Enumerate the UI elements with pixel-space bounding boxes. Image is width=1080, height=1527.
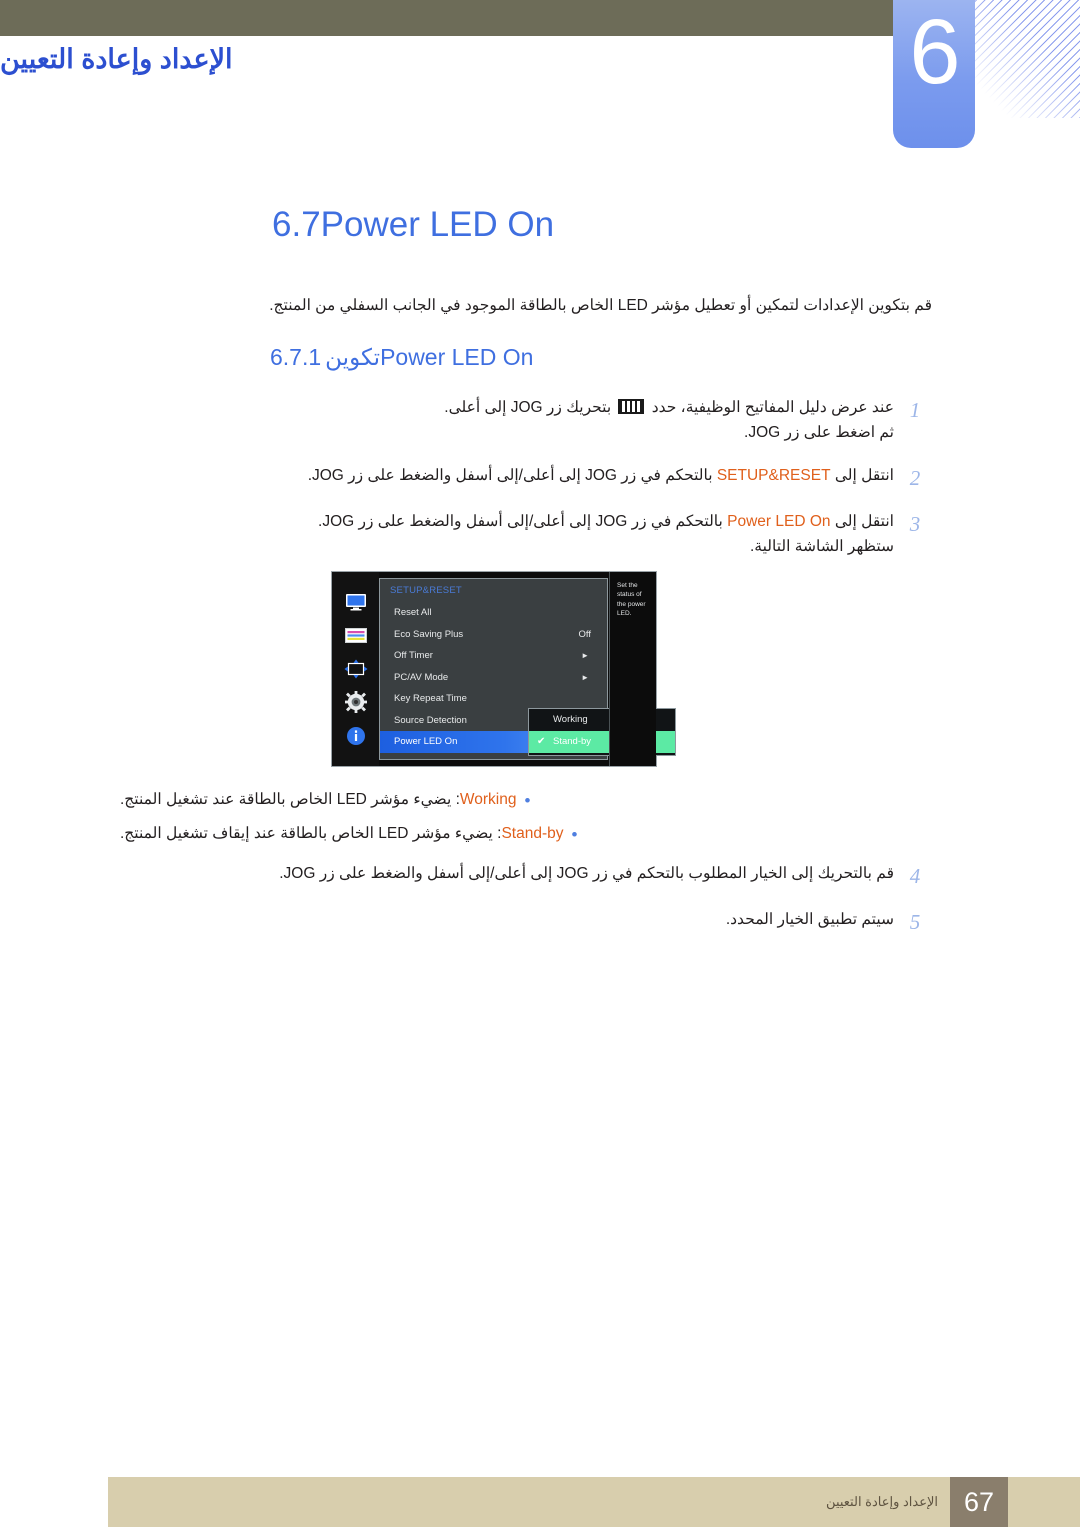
osd-icon-sidebar [332,572,379,766]
step3-text-pre: انتقل إلى [830,512,894,530]
section-heading: 6.7Power LED On [250,205,1000,245]
subsection-title-arabic: تكوين [325,344,381,370]
bullet-text: Stand-by: يضيء مؤشر LED الخاص بالطاقة عن… [120,822,564,845]
osd-screenshot: SETUP&RESET Reset All Eco Saving Plus Of… [332,572,676,766]
list-item: • Working: يضيء مؤشر LED الخاص بالطاقة ع… [120,788,932,814]
steps-list-bottom: 4 قم بالتحريك إلى الخيار المطلوب بالتحكم… [120,862,932,955]
header-olive-bar [0,0,893,36]
info-icon[interactable] [344,725,368,747]
osd-help-text: Set the status of the power LED. [617,582,646,618]
step-item: 3 انتقل إلى Power LED On بالتحكم في زر J… [120,510,932,560]
step-text: عند عرض دليل المفاتيح الوظيفية، حدد بتحر… [120,396,898,446]
osd-row-reset-all[interactable]: Reset All [390,602,597,624]
step-text: انتقل إلى SETUP&RESET بالتحكم في زر JOG … [120,464,898,489]
step1-text-pre: عند عرض دليل المفاتيح الوظيفية، حدد [647,399,894,416]
step1-text-post: بتحريك زر JOG إلى أعلى. [444,399,616,416]
step-number: 3 [909,511,921,536]
chapter-title: الإعداد وإعادة التعيين [0,44,880,75]
chevron-right-icon: ► [581,672,589,682]
osd-option-label: Working [553,714,588,725]
osd-row-key-repeat-time[interactable]: Key Repeat Time [390,688,597,710]
monitor-icon[interactable] [344,591,368,613]
section-number: 6.7 [272,205,321,244]
osd-row-off-timer[interactable]: Off Timer ► [390,645,597,667]
jog-guide-icon [618,399,645,414]
step-text: انتقل إلى Power LED On بالتحكم في زر JOG… [120,510,898,560]
bullet-description: : يضيء مؤشر LED الخاص بالطاقة عند إيقاف … [120,824,502,842]
step3-text-line2: ستظهر الشاشة التالية. [749,537,894,555]
osd-help-panel: Set the status of the power LED. [609,572,656,766]
header-diagonal-stripes [975,0,1080,118]
step-number: 5 [909,910,921,935]
step-item: 2 انتقل إلى SETUP&RESET بالتحكم في زر JO… [120,464,932,492]
step-number: 2 [909,465,921,490]
osd-row-label: Key Repeat Time [394,693,467,704]
step3-text-post: بالتحكم في زر JOG إلى أعلى/إلى أسفل والض… [318,512,728,530]
color-bars-icon[interactable] [344,625,368,647]
page-number: 67 [963,1486,995,1517]
subsection-number: 6.7.1 [270,344,322,370]
subsection-heading: 6.7.1 تكوينPower LED On [250,344,932,371]
step2-keyword: SETUP&RESET [716,466,831,484]
bullet-keyword: Working [459,791,517,808]
step-item: 1 عند عرض دليل المفاتيح الوظيفية، حدد بت… [120,396,932,446]
step-number: 4 [909,864,921,888]
osd-option-label: Stand-by [553,736,592,747]
chapter-number: 6 [909,1,960,103]
chevron-right-icon: ► [581,651,589,660]
osd-row-label: PC/AV Mode [394,671,449,683]
osd-menu-title: SETUP&RESET [390,585,462,596]
osd-row-pc-av-mode[interactable]: PC/AV Mode ► [390,667,597,689]
section-intro-paragraph: قم بتكوين الإعدادات لتمكين أو تعطيل مؤشر… [269,297,932,314]
bullet-icon: • [571,824,578,844]
osd-row-label: Eco Saving Plus [394,628,464,640]
osd-row-label: Reset All [394,607,432,618]
subsection-title-english: Power LED On [380,344,534,370]
osd-row-label: Off Timer [394,650,433,661]
step2-text-post: بالتحكم في زر JOG إلى أعلى/إلى أسفل والض… [307,466,717,484]
osd-row-label: Source Detection [394,714,467,726]
step-text: قم بالتحريك إلى الخيار المطلوب بالتحكم ف… [279,865,894,882]
size-position-icon[interactable] [344,658,368,680]
chapter-title-text: الإعداد وإعادة التعيين [0,44,233,74]
footer-chapter-label: الإعداد وإعادة التعيين [826,1494,938,1509]
osd-row-label: Power LED On [394,736,458,747]
gear-icon[interactable] [344,691,368,714]
step1-text-line2: ثم اضغط على زر JOG. [744,423,894,441]
list-item: • Stand-by: يضيء مؤشر LED الخاص بالطاقة … [120,822,932,848]
step-item: 4 قم بالتحريك إلى الخيار المطلوب بالتحكم… [120,862,932,890]
chapter-tab: 6 [893,0,975,148]
step-number: 1 [909,398,921,422]
footer-page-box: 67 [950,1477,1008,1527]
step-text: سيتم تطبيق الخيار المحدد. [725,911,894,929]
bullet-icon: • [524,791,531,810]
steps-list-top: 1 عند عرض دليل المفاتيح الوظيفية، حدد بت… [120,396,932,578]
step2-text-pre: انتقل إلى [830,466,894,484]
bullet-text: Working: يضيء مؤشر LED الخاص بالطاقة عند… [120,788,516,811]
check-icon: ✔ [537,736,546,747]
step3-keyword: Power LED On [727,512,831,530]
bullet-description: : يضيء مؤشر LED الخاص بالطاقة عند تشغيل … [120,791,460,808]
section-title: Power LED On [320,205,555,244]
osd-row-value: Off [578,628,592,640]
bullet-keyword: Stand-by [501,824,564,842]
osd-row-eco-saving-plus[interactable]: Eco Saving Plus Off [390,624,597,646]
options-bullet-list: • Working: يضيء مؤشر LED الخاص بالطاقة ع… [120,788,932,855]
step-item: 5 سيتم تطبيق الخيار المحدد. [120,908,932,936]
